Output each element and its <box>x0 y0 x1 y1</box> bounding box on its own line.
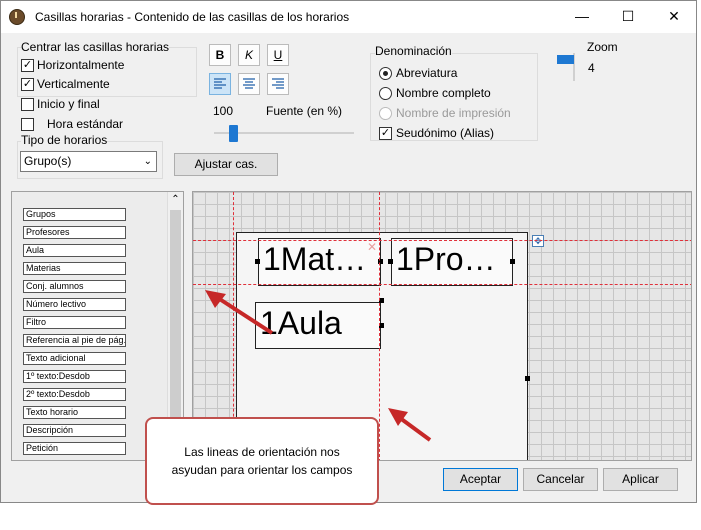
callout-line-1: Las lineas de orientación nos <box>184 445 340 459</box>
callout-line-2: asyudan para orientar los campos <box>171 463 353 477</box>
arrow-icon <box>205 290 274 335</box>
annotation-callout: Las lineas de orientación nos asyudan pa… <box>145 417 379 505</box>
arrow-icon <box>388 408 432 442</box>
